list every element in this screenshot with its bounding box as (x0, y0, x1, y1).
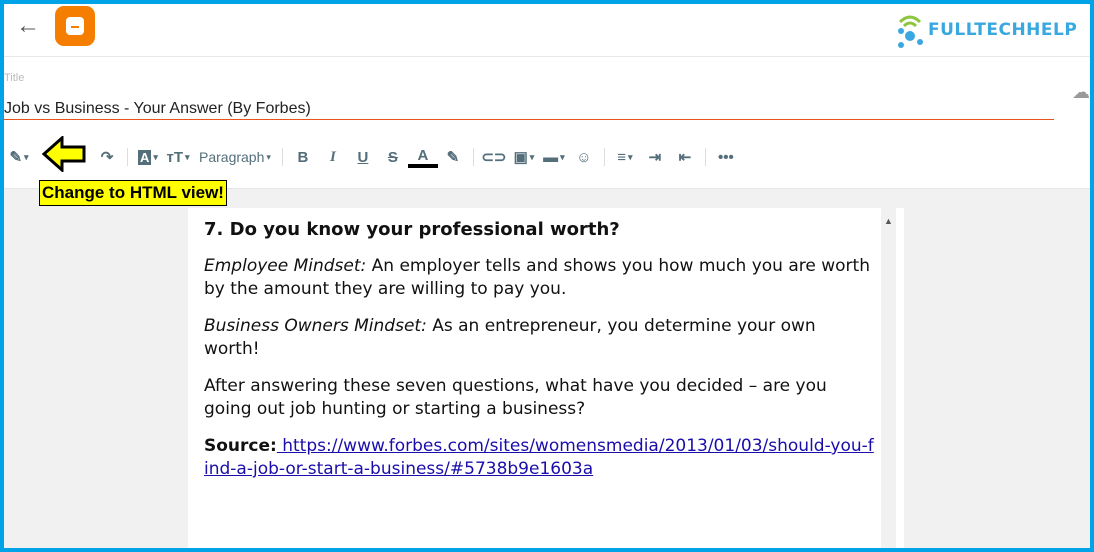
yellow-arrow-annotation (42, 136, 86, 172)
divider (704, 148, 706, 166)
scroll-up-icon[interactable]: ▲ (881, 216, 896, 226)
editor-window: ← FULLTECHHELP Title ☁ ✎ ↷ A ᴛT Paragrap… (4, 4, 1090, 548)
pencil-view-mode-icon[interactable]: ✎ (4, 143, 34, 171)
source-label: Source: (204, 436, 277, 456)
wifi-network-icon (898, 15, 923, 48)
highlighter-icon[interactable]: ✎ (438, 143, 468, 171)
blogger-logo[interactable] (55, 6, 95, 46)
title-input[interactable] (4, 98, 1054, 120)
paragraph-owner: Business Owners Mindset: As an entrepren… (204, 315, 874, 361)
image-icon[interactable]: ▣ (509, 143, 539, 171)
video-icon[interactable]: ▬ (539, 143, 569, 171)
divider (472, 148, 474, 166)
toolbar: ✎ ↷ A ᴛT Paragraph B I U S A ✎ ⊂⊃ ▣ ▬ ☺ … (4, 142, 741, 172)
editor-area: 7. Do you know your professional worth? … (4, 188, 1090, 548)
underline-icon[interactable]: U (348, 143, 378, 171)
link-icon[interactable]: ⊂⊃ (479, 143, 509, 171)
document[interactable]: 7. Do you know your professional worth? … (188, 208, 904, 548)
arrow-left-icon[interactable]: ← (16, 12, 40, 40)
indent-icon[interactable]: ⇥ (640, 143, 670, 171)
font-size-icon[interactable]: ᴛT (163, 143, 193, 171)
font-icon[interactable]: A (133, 143, 163, 171)
emphasis: Business Owners Mindset: (204, 316, 427, 336)
redo-icon[interactable]: ↷ (92, 143, 122, 171)
italic-icon[interactable]: I (318, 143, 348, 171)
cloud-off-icon: ☁ (1072, 82, 1090, 102)
strikethrough-icon[interactable]: S (378, 143, 408, 171)
text-color-icon[interactable]: A (407, 146, 438, 168)
outdent-icon[interactable]: ⇤ (670, 143, 700, 171)
emoji-icon[interactable]: ☺ (569, 143, 599, 171)
title-label: Title (4, 72, 25, 84)
align-icon[interactable]: ≡ (610, 143, 640, 171)
paragraph-conclusion: After answering these seven questions, w… (204, 376, 827, 419)
emphasis: Employee Mindset: (204, 256, 367, 276)
post-content[interactable]: 7. Do you know your professional worth? … (204, 218, 874, 495)
header: ← FULLTECHHELP (4, 4, 1090, 57)
divider (127, 148, 128, 166)
divider (603, 148, 605, 166)
bold-icon[interactable]: B (288, 143, 318, 171)
callout-annotation: Change to HTML view! (39, 180, 227, 206)
scrollbar[interactable]: ▲ (881, 208, 896, 548)
paragraph-employee: Employee Mindset: An employer tells and … (204, 255, 874, 301)
source-link[interactable]: https://www.forbes.com/sites/womensmedia… (204, 436, 874, 479)
fulltechhelp-watermark: FULLTECHHELP (896, 12, 1077, 48)
paragraph-dropdown[interactable]: Paragraph (193, 143, 277, 171)
divider (281, 148, 283, 166)
source-line: Source: https://www.forbes.com/sites/wom… (204, 435, 874, 481)
section-heading: 7. Do you know your professional worth? (204, 219, 620, 240)
more-options-icon[interactable]: ••• (711, 143, 741, 171)
